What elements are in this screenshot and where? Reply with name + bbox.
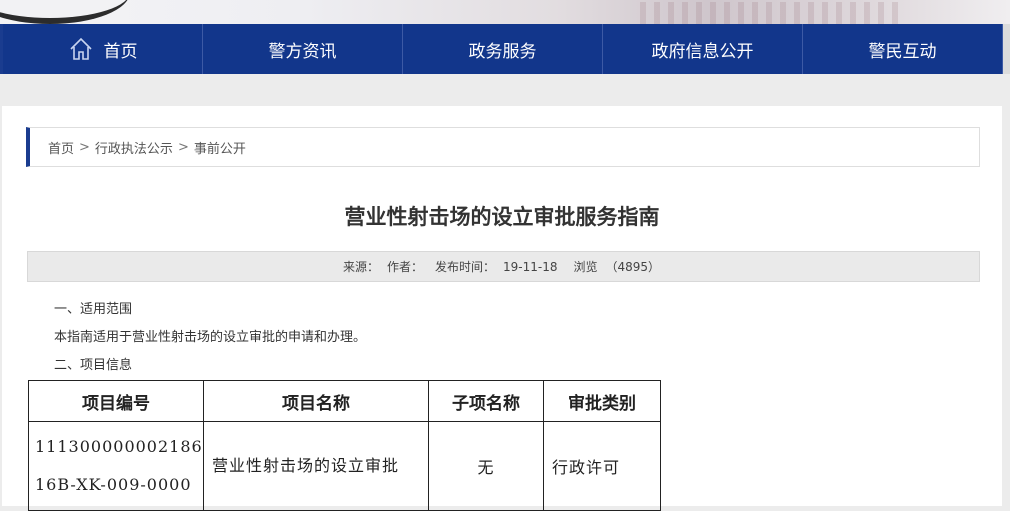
nav-item-info-disclosure[interactable]: 政府信息公开 — [603, 24, 803, 74]
section-text: 本指南适用于营业性射击场的设立审批的申请和办理。 — [54, 330, 367, 345]
meta-date-label: 发布时间： — [434, 260, 495, 274]
main-nav: 首页 警方资讯 政务服务 政府信息公开 警民互动 — [0, 24, 1010, 74]
nav-edge — [1003, 24, 1010, 74]
section-heading: 一、适用范围 — [54, 302, 133, 317]
page-title: 营业性射击场的设立审批服务指南 — [344, 205, 660, 229]
breadcrumb-separator: > — [79, 139, 90, 155]
table-header: 项目编号 — [28, 380, 204, 422]
content-panel: 首页 > 行政执法公示 > 事前公开 营业性射击场的设立审批服务指南 来源： 作… — [2, 106, 1002, 511]
sub-item-cell: 无 — [428, 421, 544, 511]
breadcrumb-enforcement[interactable]: 行政执法公示 — [95, 138, 173, 157]
project-code-line: 111300000002186 — [35, 437, 203, 456]
meta-author: 作者： — [386, 260, 423, 274]
meta-date: 发布时间： 19-11-18 — [431, 258, 561, 275]
nav-item-home[interactable]: 首页 — [3, 24, 203, 74]
table-header: 项目名称 — [203, 380, 429, 422]
meta-views: 浏览 （4895） — [569, 258, 664, 275]
article-body: 一、适用范围 本指南适用于营业性射击场的设立审批的申请和办理。 二、项目信息 — [54, 296, 366, 380]
section-heading: 二、项目信息 — [54, 358, 133, 373]
project-code-line: 16B-XK-009-0000 — [35, 475, 192, 494]
nav-item-gov-services[interactable]: 政务服务 — [403, 24, 603, 74]
banner-logo-swoosh — [0, 0, 130, 24]
meta-source: 来源： — [342, 260, 379, 274]
project-code-cell: 111300000002186 16B-XK-009-0000 — [28, 421, 204, 511]
table-header: 审批类别 — [543, 380, 661, 422]
table-row: 111300000002186 16B-XK-009-0000 营业性射击场的设… — [28, 421, 661, 511]
header-banner — [0, 0, 1010, 24]
nav-item-interaction[interactable]: 警民互动 — [803, 24, 1003, 74]
table-header: 子项名称 — [428, 380, 544, 422]
nav-item-label: 政府信息公开 — [651, 41, 754, 62]
table-header-row: 项目编号 项目名称 子项名称 审批类别 — [28, 380, 661, 422]
nav-item-label: 首页 — [103, 41, 138, 62]
meta-views-value: （4895） — [605, 260, 661, 274]
nav-item-police-news[interactable]: 警方资讯 — [203, 24, 403, 74]
breadcrumb-home[interactable]: 首页 — [48, 138, 74, 157]
project-info-table: 项目编号 项目名称 子项名称 审批类别 111300000002186 16B-… — [28, 380, 661, 511]
nav-item-label: 警方资讯 — [268, 41, 337, 62]
home-icon — [69, 37, 92, 60]
breadcrumb: 首页 > 行政执法公示 > 事前公开 — [26, 127, 980, 167]
breadcrumb-separator: > — [177, 139, 189, 155]
approval-category-cell: 行政许可 — [543, 421, 661, 511]
nav-item-label: 政务服务 — [468, 41, 537, 62]
nav-item-label: 警民互动 — [868, 41, 937, 62]
meta-views-label: 浏览 — [573, 260, 598, 274]
meta-date-value: 19-11-18 — [503, 260, 558, 274]
project-name-cell: 营业性射击场的设立审批 — [203, 421, 429, 511]
banner-decoration — [640, 2, 900, 24]
article-meta: 来源： 作者： 发布时间： 19-11-18 浏览 （4895） — [27, 251, 980, 282]
breadcrumb-current[interactable]: 事前公开 — [194, 138, 246, 157]
